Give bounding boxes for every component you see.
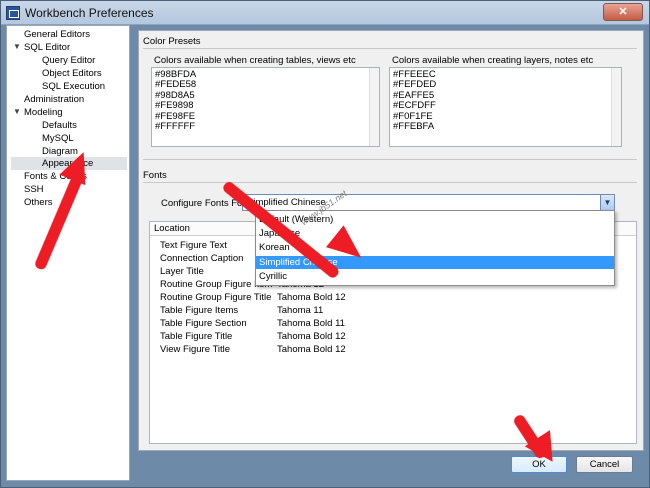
fonts-group-label: Fonts (143, 170, 167, 181)
sidebar-item-general-editors[interactable]: General Editors (24, 28, 90, 41)
sidebar-item-mysql[interactable]: MySQL (42, 132, 74, 145)
sidebar-item-others[interactable]: Others (24, 196, 53, 209)
preferences-window: Workbench Preferences ✕ General Editors … (0, 0, 650, 488)
vertical-scrollbar[interactable] (611, 68, 621, 146)
color-presets-label: Color Presets (143, 36, 201, 47)
sidebar-item-modeling[interactable]: Modeling (24, 106, 63, 119)
sidebar-item-object-editors[interactable]: Object Editors (42, 67, 102, 80)
table-row[interactable]: View Figure Title Tahoma Bold 12 (150, 344, 636, 356)
font-cell: Tahoma Bold 11 (277, 318, 345, 329)
location-cell: Table Figure Section (160, 318, 247, 329)
sidebar-item-sql-execution[interactable]: SQL Execution (42, 80, 105, 93)
location-cell: Table Figure Items (160, 305, 239, 316)
font-cell: Tahoma Bold 12 (277, 292, 346, 303)
layer-colors-title: Colors available when creating layers, n… (392, 55, 594, 66)
location-cell: Text Figure Text (160, 240, 227, 251)
location-cell: Layer Title (160, 266, 204, 277)
sidebar-item-query-editor[interactable]: Query Editor (42, 54, 95, 67)
workbench-app-icon (6, 6, 20, 20)
window-title: Workbench Preferences (25, 6, 154, 20)
font-cell: Tahoma Bold 12 (277, 331, 346, 342)
preferences-sidebar: General Editors ▼ SQL Editor Query Edito… (6, 25, 130, 481)
table-row[interactable]: Table Figure Items Tahoma 11 (150, 305, 636, 317)
color-preset-item[interactable]: #ECFDFF (393, 100, 618, 111)
table-colors-title: Colors available when creating tables, v… (154, 55, 356, 66)
color-preset-item[interactable]: #FFFFFF (155, 121, 376, 132)
close-button[interactable]: ✕ (603, 3, 643, 21)
chevron-down-icon[interactable]: ▼ (600, 195, 614, 210)
font-cell: Tahoma Bold 12 (277, 344, 346, 355)
location-column-header: Location (154, 223, 190, 234)
table-row[interactable]: Table Figure Title Tahoma Bold 12 (150, 331, 636, 343)
sidebar-item-defaults[interactable]: Defaults (42, 119, 77, 132)
layer-colors-list[interactable]: #FFEEEC #FEFDED #EAFFE5 #ECFDFF #F0F1FE … (389, 67, 622, 147)
table-row[interactable]: Routine Group Figure Title Tahoma Bold 12 (150, 292, 636, 304)
group-divider (143, 48, 637, 49)
location-cell: Connection Caption (160, 253, 244, 264)
sidebar-item-sql-editor[interactable]: SQL Editor (24, 41, 70, 54)
chevron-down-icon[interactable]: ▼ (13, 108, 21, 116)
font-cell: Tahoma 11 (277, 305, 324, 316)
color-preset-item[interactable]: #FE9898 (155, 100, 376, 111)
table-row[interactable]: Table Figure Section Tahoma Bold 11 (150, 318, 636, 330)
language-option[interactable]: Japanese (256, 227, 614, 240)
table-colors-list[interactable]: #98BFDA #FEDE58 #98D8A5 #FE9898 #FE98FE … (151, 67, 380, 147)
font-language-select[interactable]: Simplified Chinese ▼ (242, 194, 615, 211)
group-divider (143, 182, 637, 183)
title-bar: Workbench Preferences ✕ (1, 1, 649, 25)
sidebar-item-administration[interactable]: Administration (24, 93, 84, 106)
color-preset-item[interactable]: #FFEBFA (393, 121, 618, 132)
chevron-down-icon[interactable]: ▼ (13, 43, 21, 51)
language-option[interactable]: Cyrillic (256, 270, 614, 283)
location-cell: Table Figure Title (160, 331, 233, 342)
cancel-button[interactable]: Cancel (576, 456, 633, 473)
location-cell: Routine Group Figure Title (160, 292, 272, 303)
location-cell: View Figure Title (160, 344, 231, 355)
vertical-scrollbar[interactable] (369, 68, 379, 146)
group-divider (143, 159, 637, 160)
sidebar-item-ssh[interactable]: SSH (24, 183, 44, 196)
